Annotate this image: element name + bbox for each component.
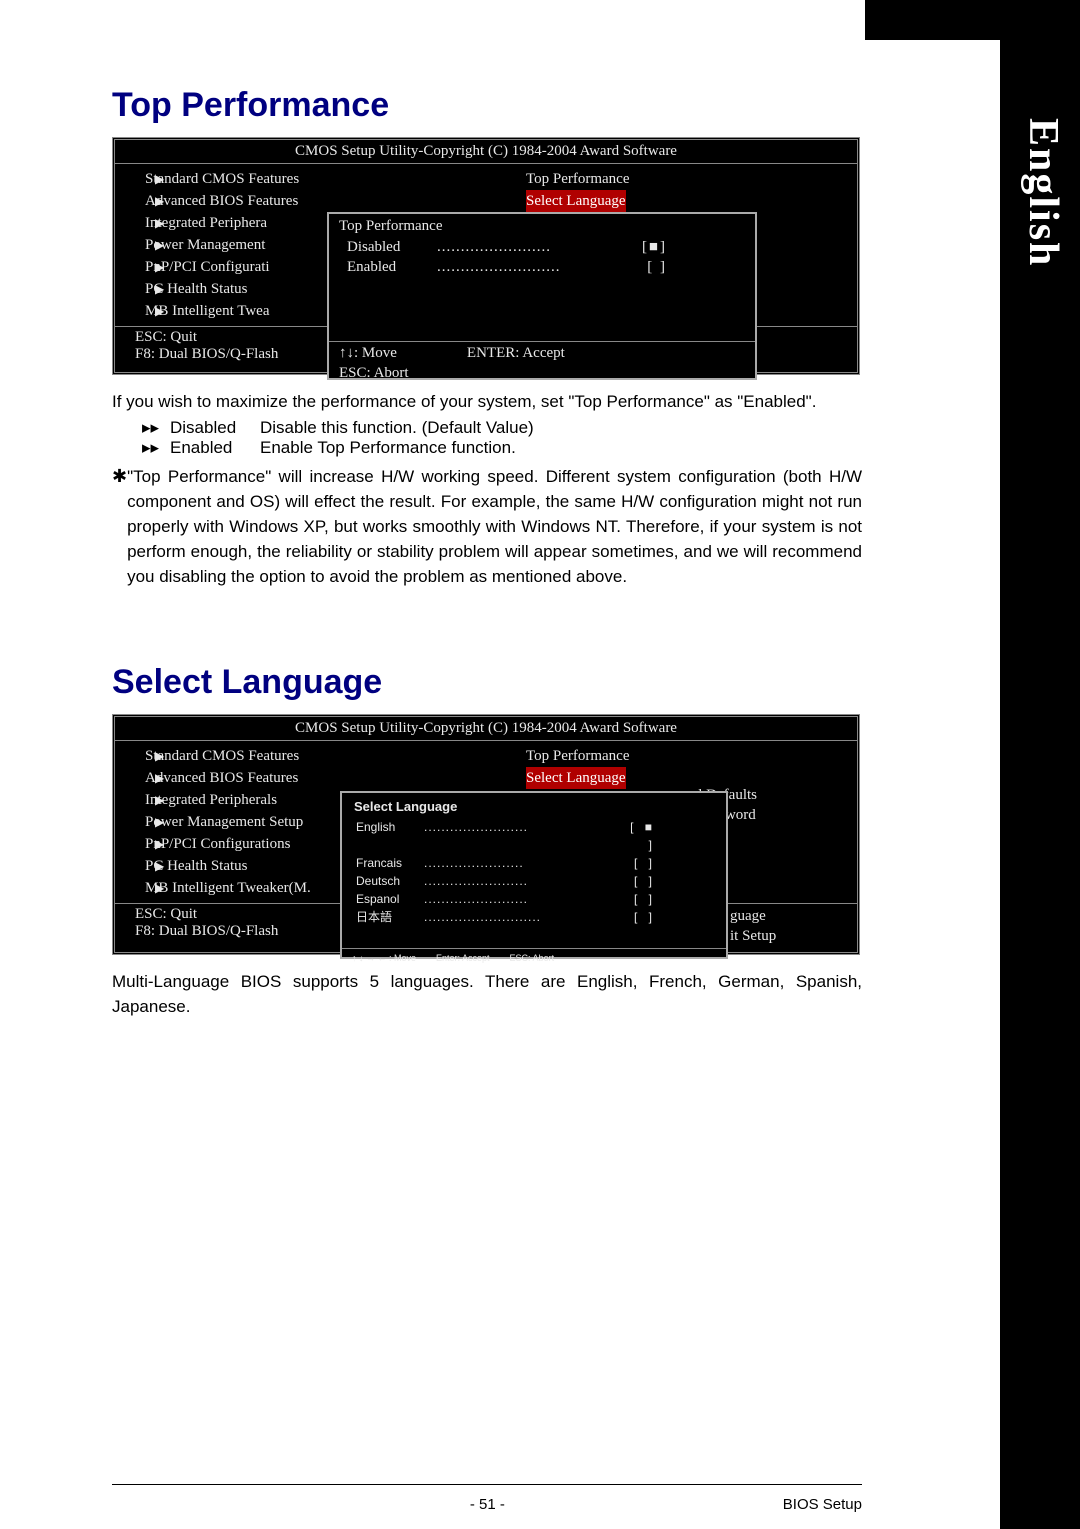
triangle-icon: ▶ — [155, 877, 164, 899]
popup1-title: Top Performance — [329, 214, 755, 235]
menu-item[interactable]: Power Management Setup — [145, 811, 303, 833]
section2-title: Select Language — [112, 663, 862, 702]
header-black-bar — [865, 0, 1080, 40]
frag-text: guage — [730, 906, 845, 926]
double-arrow-icon: ▸▸ — [142, 418, 170, 438]
footer-rule — [112, 1484, 862, 1485]
menu-item[interactable]: Integrated Peripherals — [145, 789, 277, 811]
triangle-icon: ▶ — [155, 767, 164, 789]
footer-section: BIOS Setup — [783, 1496, 862, 1513]
triangle-icon: ▶ — [155, 212, 164, 234]
language-tab: English — [1012, 88, 1074, 298]
triangle-icon: ▶ — [155, 168, 164, 190]
select-language-popup: Select Language English ................… — [340, 791, 728, 959]
triangle-icon: ▶ — [155, 278, 164, 300]
menu-item[interactable]: MB Intelligent Tweaker(M. — [145, 877, 311, 899]
popup-option[interactable]: 日本語 ........................... [ ] — [356, 908, 656, 926]
popup2-footer: ↑ ↓ → ← : Move Enter: Accept ESC: Abort — [342, 948, 726, 967]
menu-item[interactable]: Advanced BIOS Features — [145, 190, 298, 212]
popup1-footer: ↑↓: Move ENTER: Accept — [329, 341, 755, 365]
triangle-icon: ▶ — [155, 855, 164, 877]
bios2-title: CMOS Setup Utility-Copyright (C) 1984-20… — [115, 717, 857, 740]
top-performance-popup: Top Performance Disabled................… — [327, 212, 757, 380]
menu-item[interactable]: Advanced BIOS Features — [145, 767, 298, 789]
triangle-icon: ▶ — [155, 789, 164, 811]
section2-text: Multi-Language BIOS supports 5 languages… — [112, 969, 862, 1019]
popup-option[interactable]: Enabled..........................[ ] — [347, 257, 667, 277]
triangle-icon: ▶ — [155, 300, 164, 322]
popup-option[interactable]: Disabled........................[■] — [347, 237, 667, 257]
triangle-icon: ▶ — [155, 256, 164, 278]
page-footer: - 51 - BIOS Setup — [112, 1496, 862, 1513]
triangle-icon: ▶ — [155, 745, 164, 767]
frag-text: it Setup — [730, 926, 845, 946]
note-icon: ✱ — [112, 464, 127, 489]
bios-window-2: CMOS Setup Utility-Copyright (C) 1984-20… — [112, 714, 860, 955]
menu-item[interactable]: Standard CMOS Features — [145, 168, 299, 190]
popup-option[interactable]: Francais ....................... [ ] — [356, 854, 656, 872]
popup1-footer2: ESC: Abort — [329, 365, 755, 386]
option-list: ▸▸DisabledDisable this function. (Defaul… — [142, 418, 862, 458]
note-text: ✱ "Top Performance" will increase H/W wo… — [112, 464, 862, 589]
menu-item[interactable]: Standard CMOS Features — [145, 745, 299, 767]
menu-item-selected[interactable]: Select Language — [526, 767, 626, 789]
triangle-icon: ▶ — [155, 190, 164, 212]
popup-option[interactable]: English ........................ [ ■ ] — [356, 818, 656, 854]
double-arrow-icon: ▸▸ — [142, 438, 170, 458]
page-content: Top Performance CMOS Setup Utility-Copyr… — [112, 86, 862, 1019]
bios1-title: CMOS Setup Utility-Copyright (C) 1984-20… — [115, 140, 857, 163]
menu-item-selected[interactable]: Select Language — [526, 190, 626, 212]
popup2-title: Select Language — [342, 793, 726, 818]
menu-item[interactable]: PnP/PCI Configurations — [145, 833, 290, 855]
bios-window-1: CMOS Setup Utility-Copyright (C) 1984-20… — [112, 137, 860, 375]
menu-item[interactable]: Top Performance — [526, 745, 630, 767]
popup-option[interactable]: Espanol ........................ [ ] — [356, 890, 656, 908]
triangle-icon: ▶ — [155, 833, 164, 855]
page-number: - 51 - — [192, 1496, 783, 1513]
triangle-icon: ▶ — [155, 234, 164, 256]
section1-title: Top Performance — [112, 86, 862, 125]
popup-option[interactable]: Deutsch ........................ [ ] — [356, 872, 656, 890]
section1-text: If you wish to maximize the performance … — [112, 389, 862, 414]
menu-item[interactable]: Top Performance — [526, 168, 630, 190]
triangle-icon: ▶ — [155, 811, 164, 833]
